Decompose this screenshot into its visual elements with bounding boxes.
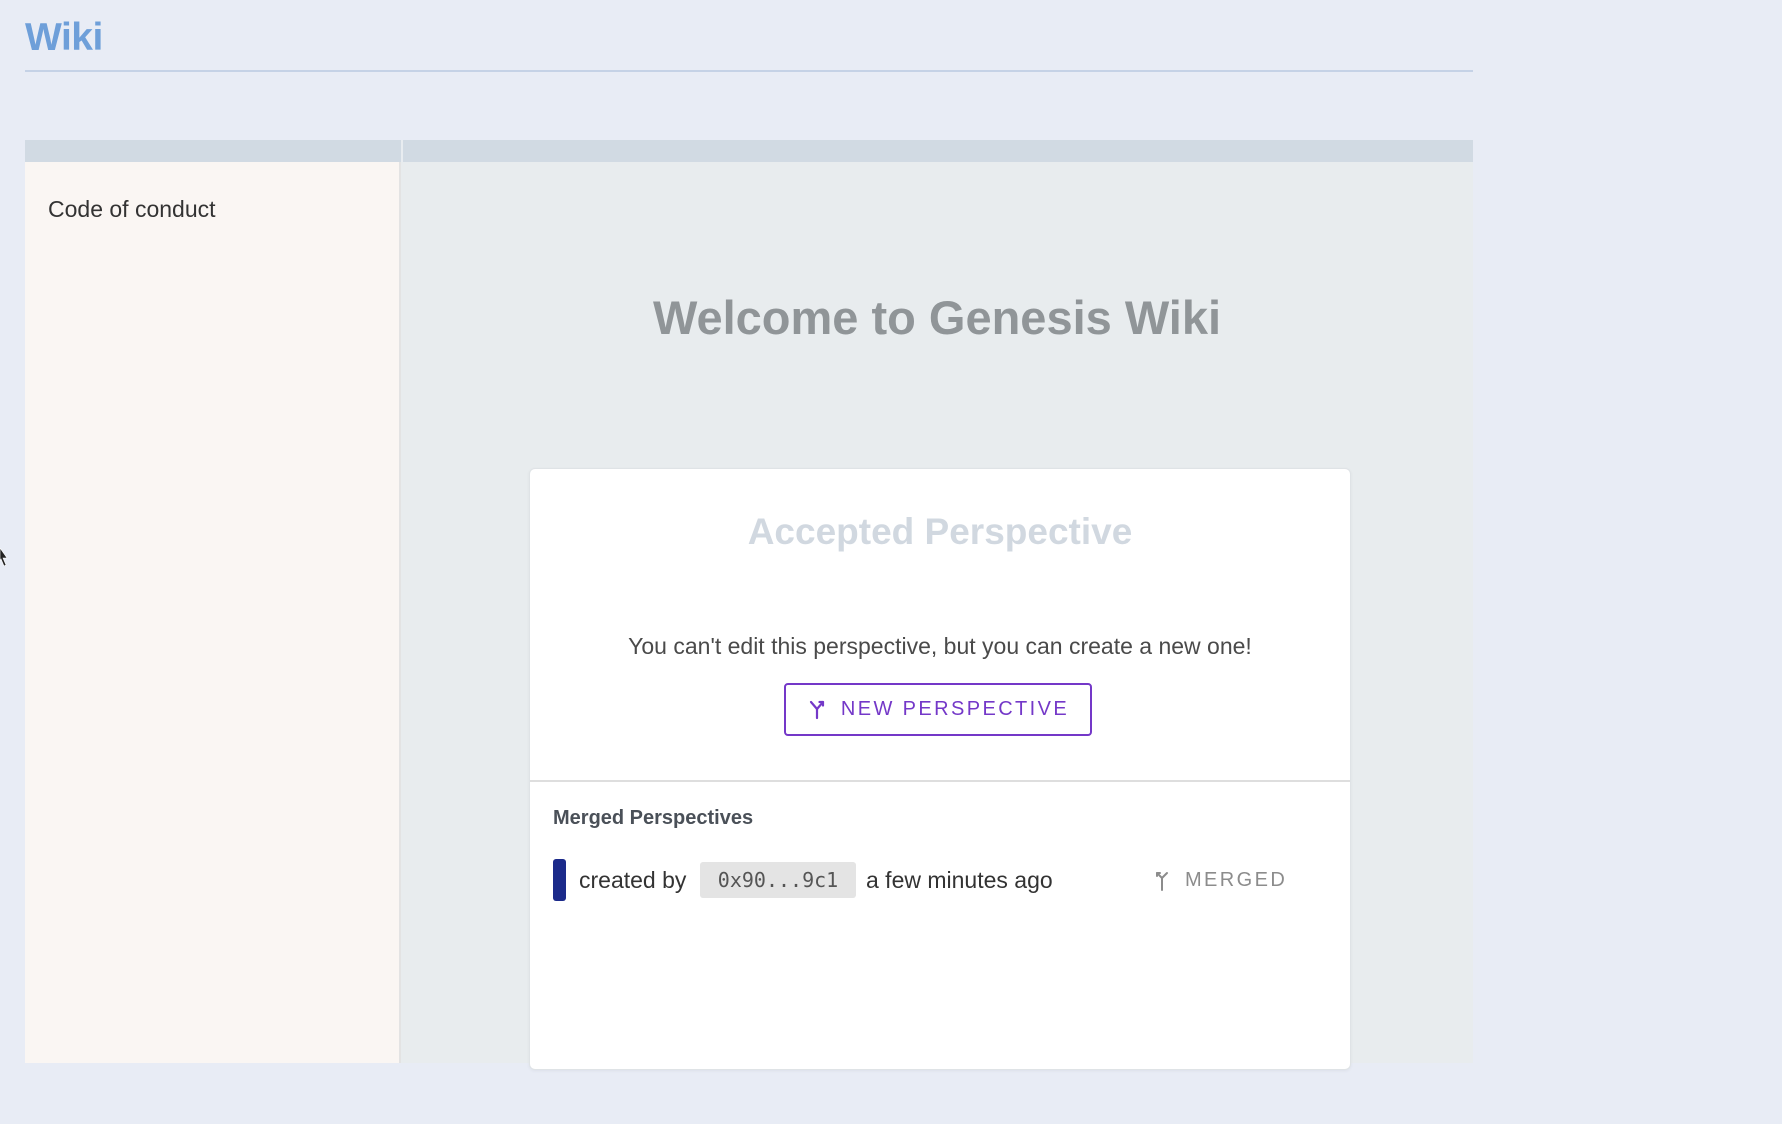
fork-icon xyxy=(809,700,824,719)
merged-perspectives-heading: Merged Perspectives xyxy=(553,807,754,829)
main-content: Welcome to Genesis Wiki Accepted Perspec… xyxy=(401,162,1473,1070)
page-title[interactable]: Wiki xyxy=(25,16,103,60)
top-bar-divider xyxy=(401,140,403,162)
new-perspective-label: NEW PERSPECTIVE xyxy=(840,698,1070,720)
new-perspective-button[interactable]: NEW PERSPECTIVE xyxy=(784,683,1092,736)
wiki-app: Code of conduct Welcome to Genesis Wiki … xyxy=(25,140,1473,1070)
perspective-color-bar xyxy=(553,859,566,901)
mouse-cursor-icon xyxy=(0,548,8,566)
perspective-card: Accepted Perspective You can't edit this… xyxy=(529,468,1351,1070)
card-divider xyxy=(530,780,1350,782)
card-message: You can't edit this perspective, but you… xyxy=(628,633,1252,659)
sidebar: Code of conduct xyxy=(25,162,401,1063)
merge-icon xyxy=(1156,872,1168,891)
creator-address[interactable]: 0x90...9c1 xyxy=(700,862,856,898)
merged-status-label: MERGED xyxy=(1185,868,1288,891)
sidebar-item-code-of-conduct[interactable]: Code of conduct xyxy=(48,196,216,223)
created-by-label: created by xyxy=(579,867,687,893)
merged-perspective-row: created by 0x90...9c1 a few minutes ago … xyxy=(553,859,1313,901)
merged-status: MERGED xyxy=(1153,859,1287,901)
card-title: Accepted Perspective xyxy=(747,511,1133,552)
timestamp: a few minutes ago xyxy=(866,867,1053,893)
top-bar xyxy=(25,140,1473,162)
welcome-title: Welcome to Genesis Wiki xyxy=(652,291,1222,344)
page-header: Wiki xyxy=(25,0,1473,72)
